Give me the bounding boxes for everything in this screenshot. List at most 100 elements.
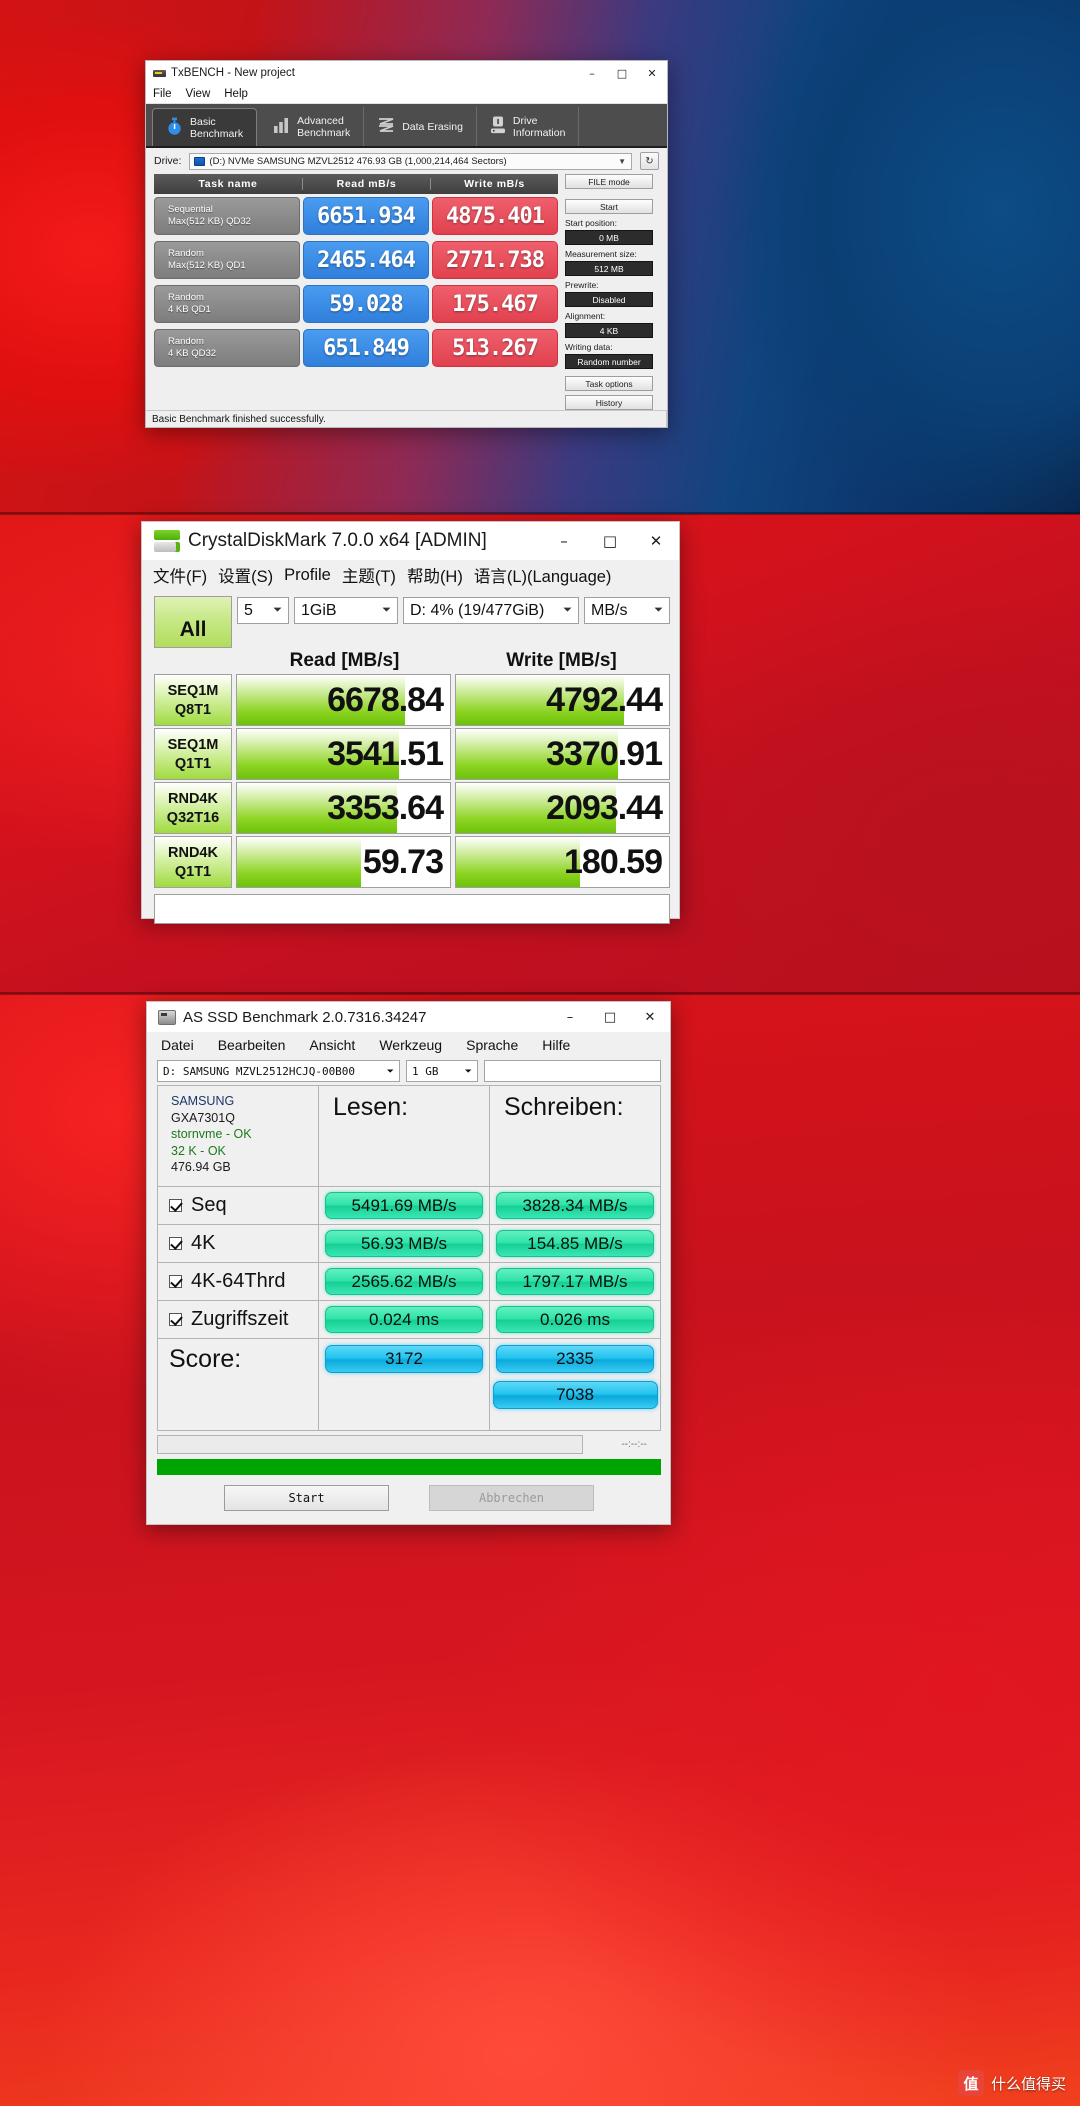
size-select[interactable]: 1 GB ⏷ xyxy=(406,1060,478,1082)
menu-item-file[interactable]: 文件(F) xyxy=(153,563,207,587)
minimize-button[interactable]: – xyxy=(550,1003,590,1032)
menu-item-hilfe[interactable]: Hilfe xyxy=(542,1037,570,1053)
maximize-button[interactable]: □ xyxy=(587,523,633,560)
menu-item-sprache[interactable]: Sprache xyxy=(466,1037,518,1053)
test-label[interactable]: RND4K Q1T1 xyxy=(154,836,232,888)
checkbox-4k[interactable] xyxy=(169,1237,182,1250)
minimize-button[interactable]: – xyxy=(577,62,607,85)
target-drive-select[interactable]: D: 4% (19/477GiB) ⏷ xyxy=(403,597,579,624)
writing-data-value[interactable]: Random number xyxy=(565,354,653,369)
runs-select[interactable]: 5 ⏷ xyxy=(237,597,289,624)
tab-advanced-benchmark[interactable]: Advanced Benchmark xyxy=(260,107,365,146)
measurement-size-value[interactable]: 512 MB xyxy=(565,261,653,276)
watermark: 值 什么值得买 xyxy=(957,2070,1066,2096)
drive-select[interactable]: D: SAMSUNG MZVL2512HCJQ-00B00 ⏷ xyxy=(157,1060,400,1082)
checkbox-zugriffszeit[interactable] xyxy=(169,1313,182,1326)
task-name-cell: Random 4 KB QD1 xyxy=(154,285,300,323)
drive-select[interactable]: (D:) NVMe SAMSUNG MZVL2512 476.93 GB (1,… xyxy=(189,152,632,170)
start-button[interactable]: Start xyxy=(565,199,653,214)
close-button[interactable]: ✕ xyxy=(633,523,679,560)
asssd-titlebar: AS SSD Benchmark 2.0.7316.34247 – □ ✕ xyxy=(147,1002,670,1032)
menu-item-settings[interactable]: 设置(S) xyxy=(218,563,273,587)
test-label-seq: Seq xyxy=(191,1194,227,1216)
test-label[interactable]: RND4K Q32T16 xyxy=(154,782,232,834)
test-row-seq[interactable]: Seq xyxy=(157,1187,319,1225)
txbench-title: TxBENCH - New project xyxy=(171,67,295,79)
asssd-title: AS SSD Benchmark 2.0.7316.34247 xyxy=(183,1008,427,1026)
test-row-4k-64thrd[interactable]: 4K-64Thrd xyxy=(157,1263,319,1301)
all-button[interactable]: All xyxy=(154,596,232,648)
refresh-icon[interactable]: ↻ xyxy=(640,152,659,170)
cancel-button: Abbrechen xyxy=(429,1485,594,1511)
alignment-value[interactable]: 4 KB xyxy=(565,323,653,338)
menu-item-ansicht[interactable]: Ansicht xyxy=(309,1037,355,1053)
menu-item-profile[interactable]: Profile xyxy=(284,566,331,585)
menu-item-theme[interactable]: 主题(T) xyxy=(342,563,396,587)
unit-value: MB/s xyxy=(591,601,628,619)
cdm-comment-field[interactable] xyxy=(154,894,670,924)
menu-item-datei[interactable]: Datei xyxy=(161,1037,194,1053)
cdm-title: CrystalDiskMark 7.0.0 x64 [ADMIN] xyxy=(188,530,487,551)
menu-item-language[interactable]: 语言(L)(Language) xyxy=(474,563,612,587)
txbench-menubar: File View Help xyxy=(146,85,667,104)
write-column-header: Schreiben: xyxy=(490,1085,661,1187)
maximize-button[interactable]: □ xyxy=(590,1003,630,1032)
txbench-results-grid: Task name Read mB/s Write mB/s Sequentia… xyxy=(154,174,558,414)
menu-item-file[interactable]: File xyxy=(153,88,172,100)
column-header-task-name: Task name xyxy=(154,178,303,190)
checkbox-seq[interactable] xyxy=(169,1199,182,1212)
size-select[interactable]: 1GiB ⏷ xyxy=(294,597,398,624)
write-result-cell: 1797.17 MB/s xyxy=(490,1263,661,1301)
txbench-statusbar: Basic Benchmark finished successfully. xyxy=(146,410,667,427)
file-mode-button[interactable]: FILE mode xyxy=(565,174,653,189)
drive-info-box: SAMSUNG GXA7301Q stornvme - OK 32 K - OK… xyxy=(157,1085,319,1187)
tab-basic-benchmark[interactable]: Basic Benchmark xyxy=(152,108,258,146)
history-button[interactable]: History xyxy=(565,395,653,410)
start-position-value[interactable]: 0 MB xyxy=(565,230,653,245)
tab-drive-information[interactable]: Drive Information xyxy=(477,107,580,146)
menu-item-werkzeug[interactable]: Werkzeug xyxy=(379,1037,442,1053)
info-vendor: SAMSUNG xyxy=(171,1094,235,1108)
write-column-header: Write [MB/s] xyxy=(506,650,617,671)
task-options-button[interactable]: Task options xyxy=(565,376,653,391)
target-drive-value: D: 4% (19/477GiB) xyxy=(410,601,545,619)
test-row-4k[interactable]: 4K xyxy=(157,1225,319,1263)
menu-item-help[interactable]: Help xyxy=(224,88,248,100)
test-label[interactable]: SEQ1M Q8T1 xyxy=(154,674,232,726)
table-row: Random 4 KB QD32 651.849 513.267 xyxy=(154,326,558,370)
txbench-grid-header: Task name Read mB/s Write mB/s xyxy=(154,174,558,194)
menu-item-help[interactable]: 帮助(H) xyxy=(407,563,463,587)
tab-drive-information-label: Drive Information xyxy=(512,114,566,139)
size-select-value: 1 GB xyxy=(412,1064,439,1078)
drive-select-value: (D:) NVMe SAMSUNG MZVL2512 476.93 GB (1,… xyxy=(209,155,507,167)
band-seam-2 xyxy=(0,992,1080,995)
prewrite-value[interactable]: Disabled xyxy=(565,292,653,307)
table-row: 0.024 ms 0.026 ms xyxy=(319,1301,661,1339)
asssd-results-column: Lesen: Schreiben: 5491.69 MB/s 3828.34 M… xyxy=(319,1085,661,1431)
write-value: 2093.44 xyxy=(546,788,663,827)
name-input[interactable] xyxy=(484,1060,661,1082)
test-label[interactable]: SEQ1M Q1T1 xyxy=(154,728,232,780)
asssd-button-row: Start Abbrechen xyxy=(157,1475,661,1511)
maximize-button[interactable]: □ xyxy=(607,62,637,85)
txbench-titlebar: TxBENCH - New project – □ ✕ xyxy=(146,61,667,85)
checkbox-4k-64thrd[interactable] xyxy=(169,1275,182,1288)
table-row: SEQ1M Q8T1 6678.84 4792.44 xyxy=(142,672,679,726)
close-button[interactable]: ✕ xyxy=(637,62,667,85)
asssd-left-column: SAMSUNG GXA7301Q stornvme - OK 32 K - OK… xyxy=(157,1085,319,1431)
erase-icon xyxy=(377,117,395,136)
menu-item-bearbeiten[interactable]: Bearbeiten xyxy=(218,1037,286,1053)
info-capacity: 476.94 GB xyxy=(171,1160,231,1174)
tab-data-erasing[interactable]: Data Erasing xyxy=(364,107,477,146)
cdm-titlebar: CrystalDiskMark 7.0.0 x64 [ADMIN] – □ ✕ xyxy=(142,522,679,560)
close-button[interactable]: ✕ xyxy=(630,1003,670,1032)
minimize-button[interactable]: – xyxy=(541,523,587,560)
write-bar-fill xyxy=(456,837,580,887)
test-row-zugriffszeit[interactable]: Zugriffszeit xyxy=(157,1301,319,1339)
test-label-4k: 4K xyxy=(191,1232,216,1254)
menu-item-view[interactable]: View xyxy=(186,88,211,100)
test-label-zugriffszeit: Zugriffszeit xyxy=(191,1308,289,1330)
unit-select[interactable]: MB/s ⏷ xyxy=(584,597,670,624)
start-button[interactable]: Start xyxy=(224,1485,389,1511)
chevron-down-icon: ⏷ xyxy=(464,1065,472,1076)
